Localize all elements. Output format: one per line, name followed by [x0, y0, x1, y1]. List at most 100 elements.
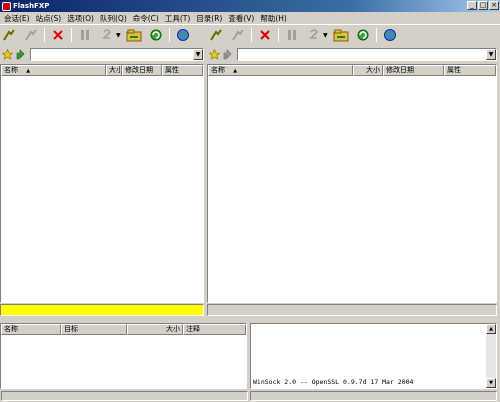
connect-button[interactable]: [207, 27, 225, 43]
menu-directory[interactable]: 目录(R): [193, 13, 225, 24]
menu-session[interactable]: 会话(E): [1, 13, 33, 24]
globe-button[interactable]: [381, 27, 399, 43]
toolbar-separator: [44, 28, 45, 42]
column-size[interactable]: 大小: [353, 65, 383, 76]
chevron-down-icon[interactable]: ▼: [193, 48, 203, 60]
abort-icon: [53, 30, 63, 40]
transfer-icon: [309, 29, 319, 39]
favorites-star-icon[interactable]: [209, 48, 220, 60]
pause-icon: [81, 30, 89, 40]
column-attributes[interactable]: 属性: [444, 65, 496, 76]
refresh-icon: [357, 29, 369, 41]
remote-path-combo[interactable]: ▼: [237, 47, 497, 61]
globe-button[interactable]: [174, 27, 192, 43]
right-path-bar: ▼: [207, 46, 497, 62]
disconnect-icon: [232, 29, 244, 41]
pause-icon: [288, 30, 296, 40]
disconnect-icon: [25, 29, 37, 41]
scroll-down-icon[interactable]: ▼: [486, 378, 496, 388]
remote-transfer-status: [207, 304, 497, 316]
pause-button[interactable]: [76, 27, 94, 43]
queue-column-target[interactable]: 目标: [61, 324, 127, 335]
column-attributes[interactable]: 属性: [162, 65, 203, 76]
close-button[interactable]: ×: [489, 1, 499, 10]
refresh-button[interactable]: [354, 27, 372, 43]
connect-icon: [3, 29, 15, 41]
queue-column-name[interactable]: 名称: [1, 324, 61, 335]
status-segment-left: [1, 391, 248, 401]
local-path-combo[interactable]: ▼: [30, 47, 204, 61]
refresh-icon: [150, 29, 162, 41]
queue-column-comment[interactable]: 注释: [183, 324, 246, 335]
local-transfer-status: [0, 304, 204, 316]
connect-icon: [210, 29, 222, 41]
column-name[interactable]: 名称 ▲: [1, 65, 106, 76]
up-folder-icon[interactable]: [15, 48, 26, 60]
disconnect-button[interactable]: [22, 27, 40, 43]
window-title: FlashFXP: [13, 2, 50, 10]
toolbar-separator: [278, 28, 279, 42]
chevron-down-icon[interactable]: ▼: [486, 48, 496, 60]
column-modified[interactable]: 修改日期: [383, 65, 444, 76]
queue-header: 名称 目标 大小 注释: [1, 324, 246, 335]
file-list-header: 名称 ▲ 大小 修改日期 属性: [1, 65, 203, 76]
right-toolbar: ▼: [207, 26, 500, 44]
menu-queue[interactable]: 队列(Q): [97, 13, 130, 24]
minimize-button[interactable]: _: [467, 1, 477, 10]
abort-button[interactable]: [49, 27, 67, 43]
remote-file-list[interactable]: 名称 ▲ 大小 修改日期 属性: [207, 64, 497, 303]
folder-icon: [126, 29, 142, 42]
chevron-down-icon[interactable]: ▼: [323, 32, 329, 39]
pause-button[interactable]: [283, 27, 301, 43]
column-modified[interactable]: 修改日期: [122, 65, 162, 76]
favorites-star-icon[interactable]: [2, 48, 13, 60]
sort-arrow-icon: ▲: [233, 68, 238, 74]
refresh-button[interactable]: [147, 27, 165, 43]
up-folder-icon[interactable]: [222, 48, 233, 60]
globe-icon: [177, 29, 189, 41]
menu-view[interactable]: 查看(V): [225, 13, 257, 24]
chevron-down-icon[interactable]: ▼: [116, 32, 122, 39]
menu-commands[interactable]: 命令(C): [130, 13, 162, 24]
left-path-bar: ▼: [0, 46, 204, 62]
disconnect-button[interactable]: [229, 27, 247, 43]
queue-list[interactable]: 名称 目标 大小 注释: [0, 323, 247, 389]
local-file-list[interactable]: 名称 ▲ 大小 修改日期 属性: [0, 64, 204, 303]
sort-arrow-icon: ▲: [26, 68, 31, 74]
column-name-label: 名称: [4, 66, 18, 74]
scroll-up-icon[interactable]: ▲: [486, 324, 496, 334]
menu-tools[interactable]: 工具(T): [162, 13, 193, 24]
menu-sites[interactable]: 站点(S): [33, 13, 65, 24]
transfer-button[interactable]: [98, 27, 116, 43]
log-panel[interactable]: ▲ ▼ WinSock 2.0 -- OpenSSL 0.9.7d 17 Mar…: [250, 323, 497, 389]
folder-button[interactable]: [125, 27, 143, 43]
folder-button[interactable]: [332, 27, 350, 43]
toolbar-separator: [71, 28, 72, 42]
abort-button[interactable]: [256, 27, 274, 43]
menu-bar: 会话(E) 站点(S) 选项(O) 队列(Q) 命令(C) 工具(T) 目录(R…: [0, 12, 500, 25]
transfer-icon: [102, 29, 112, 39]
file-list-header: 名称 ▲ 大小 修改日期 属性: [208, 65, 496, 76]
toolbar-separator: [251, 28, 252, 42]
status-bar: [0, 390, 500, 402]
column-name[interactable]: 名称 ▲: [208, 65, 353, 76]
status-segment-right: [250, 391, 497, 401]
maximize-button[interactable]: □: [478, 1, 488, 10]
folder-icon: [333, 29, 349, 42]
abort-icon: [260, 30, 270, 40]
transfer-button[interactable]: [305, 27, 323, 43]
connect-button[interactable]: [0, 27, 18, 43]
log-line: WinSock 2.0 -- OpenSSL 0.9.7d 17 Mar 200…: [253, 378, 414, 386]
window-controls: _ □ ×: [467, 1, 499, 10]
menu-help[interactable]: 帮助(H): [257, 13, 290, 24]
menu-options[interactable]: 选项(O): [64, 13, 97, 24]
toolbar-separator: [376, 28, 377, 42]
title-bar: FlashFXP _ □ ×: [0, 0, 500, 12]
app-icon: [2, 1, 11, 11]
column-name-label: 名称: [211, 66, 225, 74]
log-scrollbar[interactable]: ▲ ▼: [486, 324, 496, 388]
queue-column-size[interactable]: 大小: [127, 324, 183, 335]
globe-icon: [384, 29, 396, 41]
toolbar-separator: [169, 28, 170, 42]
column-size[interactable]: 大小: [106, 65, 122, 76]
